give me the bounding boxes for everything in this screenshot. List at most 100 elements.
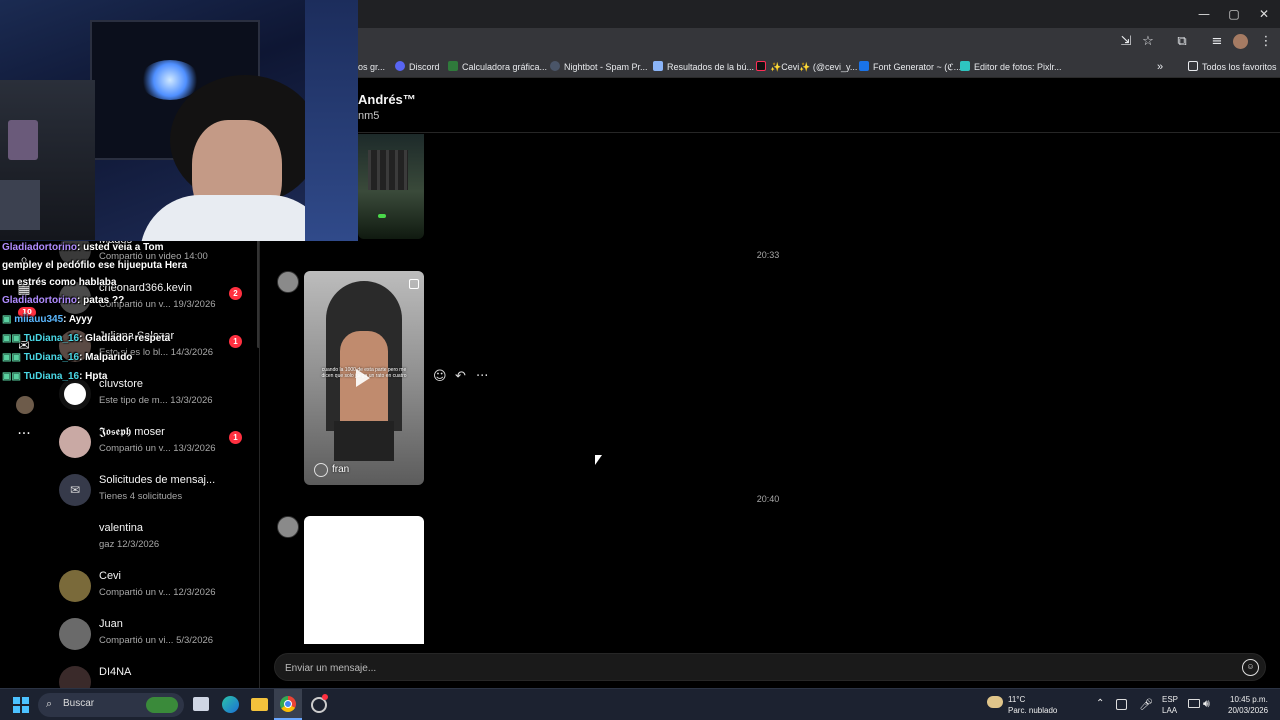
- clock-date[interactable]: 20/03/2026: [1228, 706, 1268, 715]
- bookmark-star-icon[interactable]: ☆: [1140, 34, 1156, 50]
- avatar: [59, 522, 91, 554]
- reel-icon: [409, 279, 419, 289]
- play-icon[interactable]: [356, 369, 370, 387]
- stream-chat-line: ▣▣ TuDiana_16: Hpta: [2, 371, 108, 382]
- chat-header: Andrés™ nm5: [260, 78, 1280, 133]
- bookmark-item[interactable]: Discord: [395, 60, 440, 74]
- keyboard-layout-indicator[interactable]: LAA: [1162, 706, 1177, 715]
- volume-icon[interactable]: 🔊︎: [1203, 697, 1210, 711]
- bookmark-item[interactable]: Calculadora gráfica...: [448, 60, 547, 74]
- stream-chat-line: un estrés como hablaba: [2, 277, 117, 288]
- file-explorer-icon[interactable]: [251, 698, 268, 711]
- avatar: [59, 570, 91, 602]
- conversation-item[interactable]: 𝕵𝖔𝖘𝖊𝖕𝖍 moser Compartió un v... 13/3/2026…: [56, 420, 256, 464]
- chrome-taskbar-button[interactable]: [274, 689, 302, 720]
- chat-contact-username: nm5: [358, 110, 380, 122]
- conversation-preview: Tienes 4 solicitudes: [99, 491, 183, 502]
- more-menu-icon[interactable]: ···: [14, 424, 34, 444]
- weather-icon[interactable]: [987, 696, 1003, 708]
- stream-chat-line: ▣▣ TuDiana_16: Malparido: [2, 352, 133, 363]
- bookmark-item[interactable]: Resultados de la bú...: [653, 60, 754, 74]
- conversation-item[interactable]: Juan Compartió un vi... 5/3/2026: [56, 612, 256, 656]
- avatar: [59, 618, 91, 650]
- install-app-icon[interactable]: ⇲: [1118, 34, 1134, 50]
- mouse-cursor: [595, 455, 602, 465]
- shared-reel[interactable]: cuando la 1000 de esta parte pero me dic…: [304, 271, 424, 485]
- tray-app-icon[interactable]: [1116, 699, 1127, 710]
- microphone-icon[interactable]: 🎤︎: [1139, 698, 1153, 711]
- emoji-icon[interactable]: ☺: [1242, 659, 1259, 676]
- nightbot-icon: [550, 61, 560, 71]
- stream-chat-line: Gladiadortorino: patas ??: [2, 295, 125, 306]
- conversation-preview: gaz 12/3/2026: [99, 539, 160, 550]
- chevron-up-icon[interactable]: ⌃: [1096, 698, 1104, 709]
- shared-photo[interactable]: [358, 134, 424, 239]
- network-icon[interactable]: [1188, 699, 1200, 708]
- reel-author: fran: [332, 464, 350, 475]
- search-highlight-icon: [146, 697, 178, 713]
- stream-chat-overlay: Gladiadortorino: usted veia a Tom gemple…: [0, 241, 260, 391]
- kebab-menu-icon[interactable]: ⋮: [1258, 34, 1274, 50]
- windows-start-icon[interactable]: [13, 697, 29, 713]
- maximize-button[interactable]: ▢: [1224, 6, 1244, 22]
- more-options-icon[interactable]: ···: [476, 369, 488, 384]
- message-composer: ☺: [274, 653, 1266, 681]
- stream-chat-line: ▣▣ TuDiana_16: Gladiador respeta: [2, 333, 171, 344]
- avatar: [59, 666, 91, 688]
- profile-avatar[interactable]: [1233, 34, 1248, 49]
- conversation-preview: Compartió un v... 12/3/2026: [99, 587, 216, 598]
- chat-panel: Andrés™ nm5 20:33 cuando la 1000 de esta…: [260, 78, 1280, 688]
- react-icon[interactable]: ☺: [433, 369, 447, 384]
- profile-avatar[interactable]: [16, 396, 34, 414]
- stream-chat-line: ▣ miiauu345: Ayyy: [2, 314, 93, 325]
- message-requests-item[interactable]: ✉ Solicitudes de mensaj... Tienes 4 soli…: [56, 468, 256, 512]
- bookmark-item[interactable]: Nightbot - Spam Pr...: [550, 60, 648, 74]
- language-indicator[interactable]: ESP: [1162, 695, 1178, 704]
- media-controls-icon[interactable]: ≡: [1209, 34, 1225, 50]
- shared-media-loading[interactable]: [304, 516, 424, 644]
- pixlr-icon: [960, 61, 970, 71]
- weather-temperature[interactable]: 11°C: [1008, 695, 1025, 704]
- chat-contact-name[interactable]: Andrés™: [358, 92, 416, 107]
- bookmark-item[interactable]: ✨Cevi✨ (@cevi_y...: [756, 60, 857, 74]
- clock-time[interactable]: 10:45 p.m.: [1230, 695, 1268, 704]
- search-icon: ⌕: [46, 697, 53, 710]
- font-icon: [859, 61, 869, 71]
- conversation-name: valentina: [99, 522, 144, 534]
- author-avatar: [314, 463, 328, 477]
- desmos-icon: [448, 61, 458, 71]
- chrome-icon: [280, 696, 296, 712]
- bookmark-item[interactable]: Font Generator ~ (ℭ...: [859, 60, 961, 74]
- taskbar-search[interactable]: ⌕ Buscar: [38, 693, 184, 717]
- conversation-item[interactable]: Cevi Compartió un v... 12/3/2026: [56, 564, 256, 608]
- message-input[interactable]: [285, 658, 1205, 678]
- more-bookmarks-button[interactable]: »: [1157, 60, 1163, 74]
- message-timestamp: 20:40: [756, 494, 780, 504]
- chat-bubble-icon: ✉: [59, 474, 91, 506]
- reply-icon[interactable]: ↶: [455, 369, 466, 384]
- conversation-name: 𝕵𝖔𝖘𝖊𝖕𝖍 moser: [99, 426, 165, 438]
- conversation-item[interactable]: DI4NA: [56, 660, 256, 688]
- conversation-item[interactable]: valentina gaz 12/3/2026: [56, 516, 256, 560]
- obs-icon[interactable]: [311, 694, 328, 713]
- sender-avatar[interactable]: [277, 516, 299, 538]
- message-timestamp: 20:33: [756, 250, 780, 260]
- weather-description[interactable]: Parc. nublado: [1008, 706, 1057, 715]
- close-button[interactable]: ✕: [1254, 6, 1274, 22]
- bookmark-item[interactable]: Editor de fotos: Pixlr...: [960, 60, 1062, 74]
- extensions-icon[interactable]: ⧉: [1174, 34, 1190, 50]
- tiktok-icon: [756, 61, 766, 71]
- webcam-overlay: [0, 0, 358, 241]
- task-view-icon[interactable]: [193, 697, 209, 711]
- all-bookmarks-button[interactable]: Todos los favoritos: [1188, 60, 1277, 74]
- bookmark-item[interactable]: os gr...: [358, 60, 385, 74]
- conversation-name: Juan: [99, 618, 123, 630]
- stream-chat-line: gempley el pedófilo ese hijueputa Hera: [2, 260, 188, 271]
- conversation-preview: Compartió un vi... 5/3/2026: [99, 635, 214, 646]
- conversation-name: Solicitudes de mensaj...: [99, 474, 216, 486]
- minimize-button[interactable]: —: [1194, 6, 1214, 22]
- unread-badge: 1: [229, 431, 242, 444]
- edge-icon[interactable]: [222, 696, 239, 713]
- sender-avatar[interactable]: [277, 271, 299, 293]
- page-icon: [653, 61, 663, 71]
